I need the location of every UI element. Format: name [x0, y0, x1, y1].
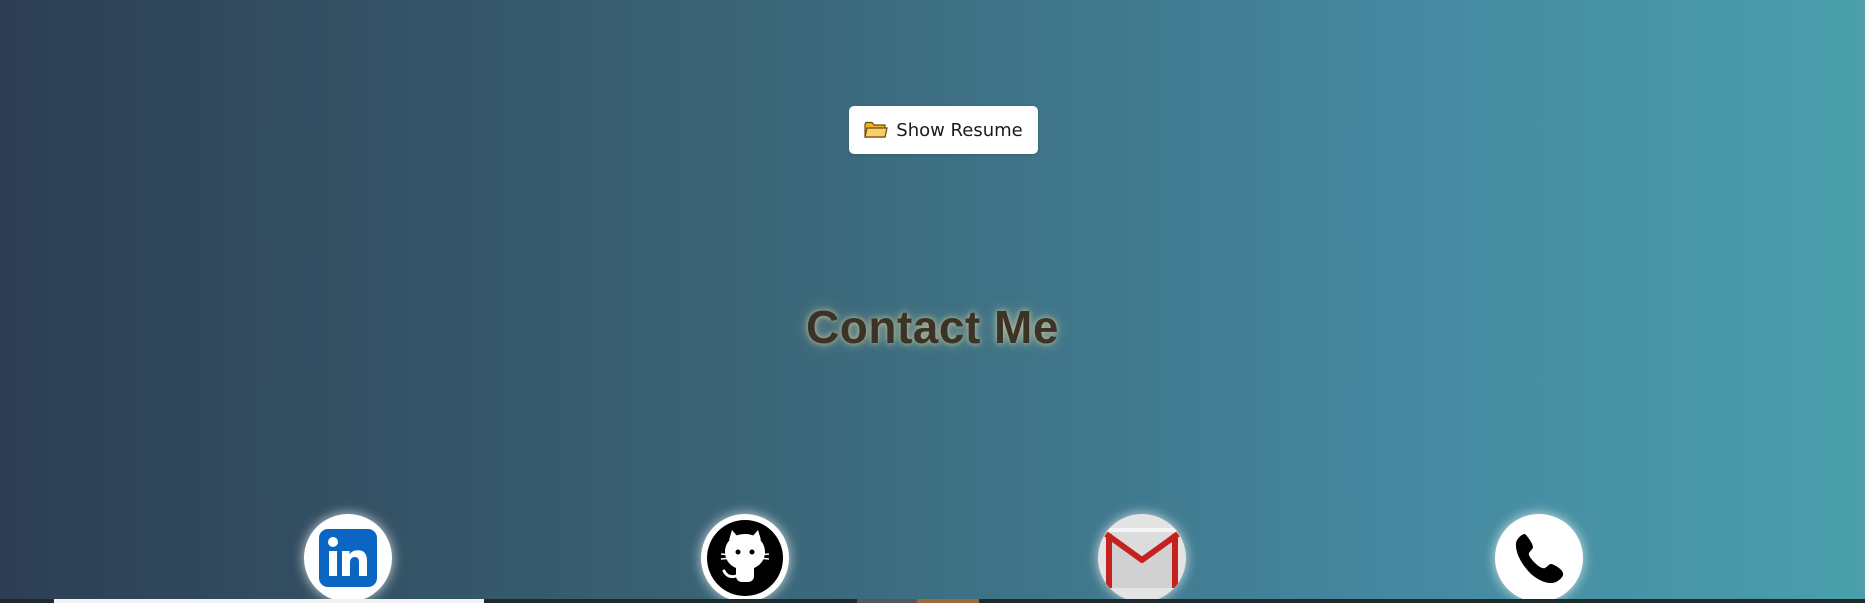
- folder-icon: [864, 121, 889, 139]
- linkedin-link[interactable]: [304, 514, 392, 602]
- show-resume-button[interactable]: Show Resume: [849, 106, 1038, 154]
- gmail-link[interactable]: [1098, 514, 1186, 602]
- phone-link[interactable]: [1495, 514, 1583, 602]
- bottom-segment-light: [54, 599, 484, 603]
- phone-icon: [1509, 528, 1569, 588]
- linkedin-icon: [319, 529, 377, 587]
- bottom-segment-gray: [857, 599, 917, 603]
- contact-title: Contact Me: [806, 301, 1059, 353]
- show-resume-label: Show Resume: [896, 119, 1023, 141]
- github-icon: [705, 518, 785, 598]
- github-link[interactable]: [701, 514, 789, 602]
- gmail-icon: [1102, 518, 1182, 598]
- bottom-segment-brown: [917, 599, 979, 603]
